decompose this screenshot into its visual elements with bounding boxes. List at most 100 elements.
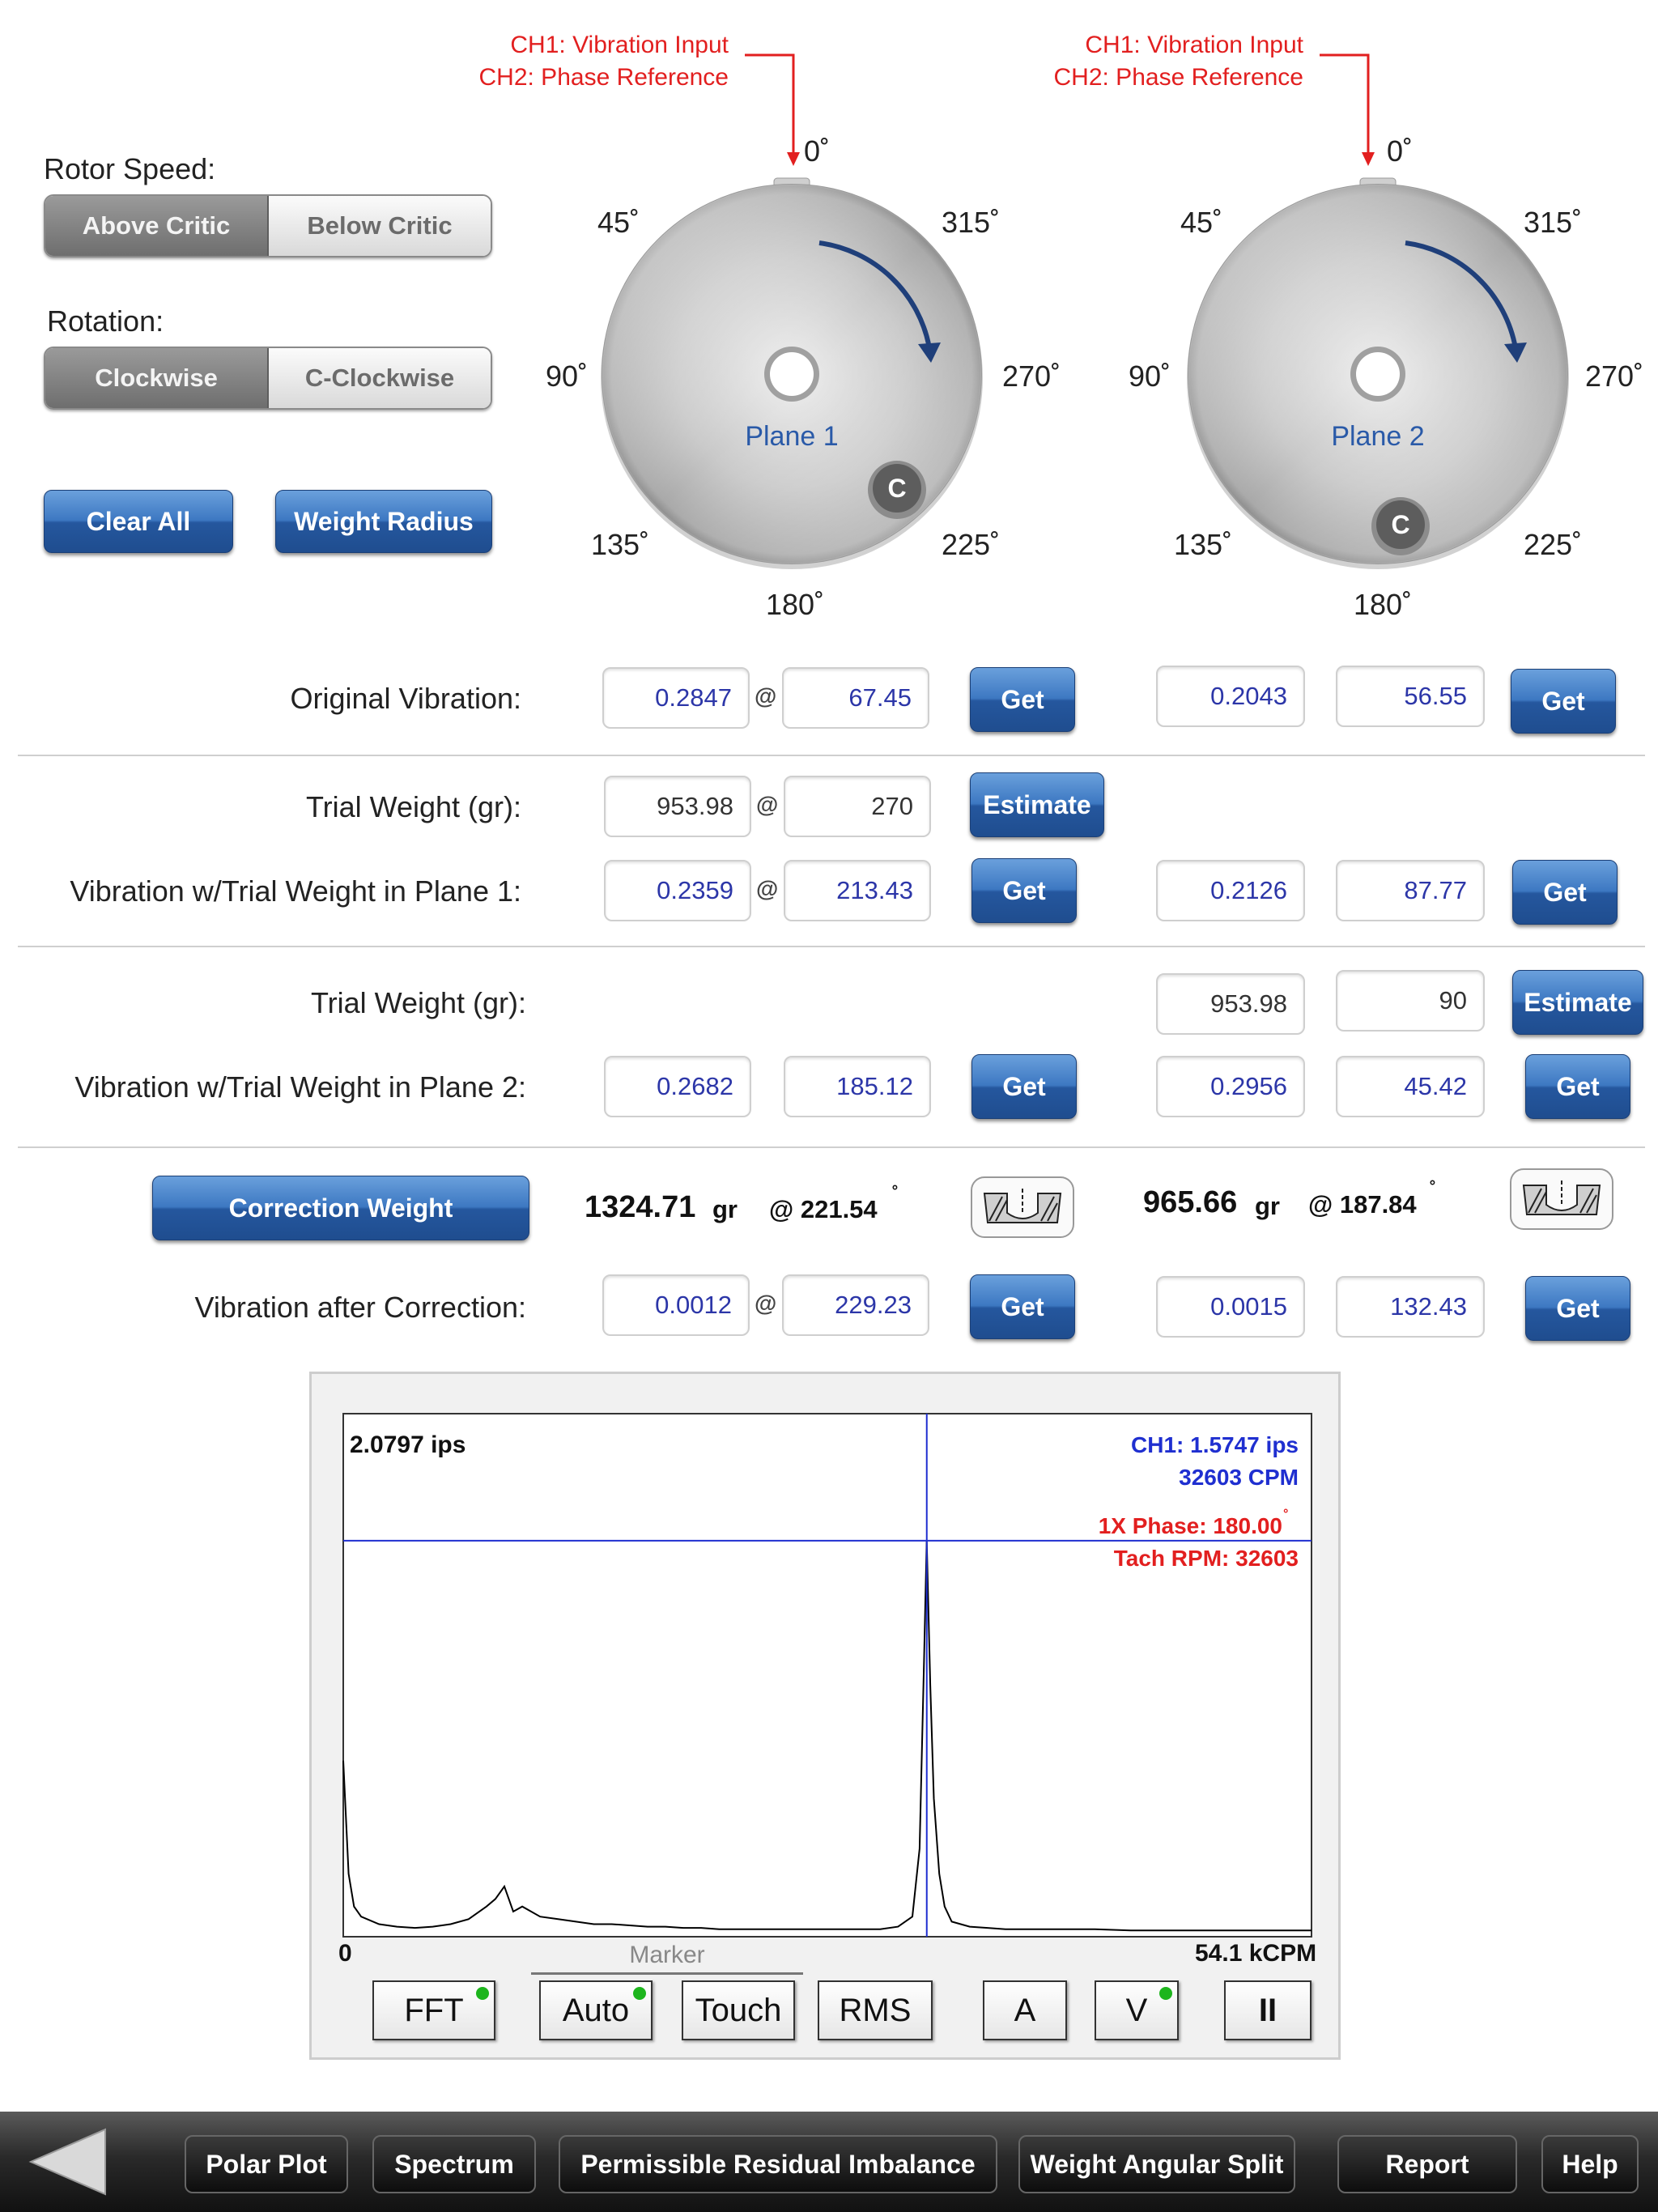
vib-trial-1-p1-amplitude-field[interactable]: 0.2359 — [604, 860, 751, 921]
nav-permissible-residual-imbalance[interactable]: Permissible Residual Imbalance — [559, 2135, 997, 2193]
original-p1-amplitude-field[interactable]: 0.2847 — [602, 667, 750, 729]
correction-p2-unit: gr — [1255, 1192, 1280, 1220]
velocity-button[interactable]: V — [1095, 1980, 1179, 2040]
phase-readout: 1X Phase: 180.00 — [1099, 1513, 1282, 1538]
disk1-angle-90: 90˚ — [546, 359, 589, 393]
vib-trial-1-p1-get-button[interactable]: Get — [971, 858, 1077, 923]
vib-trial-2-p1-phase-field[interactable]: 185.12 — [784, 1056, 931, 1117]
disk2-note-line2: CH2: Phase Reference — [1053, 64, 1304, 91]
trial-weight-1-label: Trial Weight (gr): — [305, 790, 521, 823]
x-min-label: 0 — [338, 1940, 352, 1967]
nav-help[interactable]: Help — [1541, 2135, 1639, 2193]
x-max-label: 54.1 kCPM — [1195, 1940, 1317, 1967]
nav-weight-angular-split[interactable]: Weight Angular Split — [1018, 2135, 1295, 2193]
above-critic-option[interactable]: Above Critic — [45, 196, 269, 256]
after-correction-p1-phase-field[interactable]: 229.23 — [782, 1274, 929, 1336]
tach-rpm-readout: Tach RPM: 32603 — [1114, 1546, 1299, 1571]
vib-trial-2-p2-get-button[interactable]: Get — [1525, 1054, 1630, 1119]
vib-trial-2-p1-amplitude-field[interactable]: 0.2682 — [604, 1056, 751, 1117]
rms-button[interactable]: RMS — [818, 1980, 933, 2040]
fft-active-indicator — [476, 1987, 489, 2000]
original-p2-phase-field[interactable]: 56.55 — [1336, 666, 1485, 727]
correction-p1-angle: @ 221.54 — [769, 1195, 878, 1223]
vib-trial-1-p2-phase-field[interactable]: 87.77 — [1336, 860, 1485, 921]
disk2-angle-90: 90˚ — [1129, 359, 1171, 393]
spectrum-plot[interactable]: 2.0797 ips CH1: 1.5747 ips 32603 CPM 1X … — [342, 1413, 1312, 1938]
trial-weight-1-angle-field[interactable]: 270 — [784, 776, 931, 837]
original-p1-get-button[interactable]: Get — [970, 667, 1075, 732]
after-correction-p2-get-button[interactable]: Get — [1525, 1276, 1630, 1341]
below-critic-option[interactable]: Below Critic — [269, 196, 491, 256]
ch1-amplitude-readout: CH1: 1.5747 ips — [1131, 1432, 1299, 1457]
disk2-plane-label: Plane 2 — [1331, 421, 1424, 452]
v-label: V — [1125, 1992, 1148, 2028]
original-p1-phase-field[interactable]: 67.45 — [782, 667, 929, 729]
touch-label: Touch — [695, 1992, 782, 2028]
weight-radius-button[interactable]: Weight Radius — [275, 490, 492, 553]
fft-toggle[interactable]: FFT — [372, 1980, 495, 2040]
original-vibration-label: Original Vibration: — [290, 682, 522, 715]
disk2-correction-marker[interactable]: C — [1371, 497, 1430, 555]
original-p2-amplitude-field[interactable]: 0.2043 — [1156, 666, 1305, 727]
correction-p2-degree: ˚ — [1430, 1179, 1436, 1201]
disk2-angle-0: 0˚ — [1387, 134, 1414, 168]
disk2-note-line1: CH1: Vibration Input — [1085, 32, 1303, 58]
y-max-label: 2.0797 ips — [350, 1431, 466, 1458]
rotor-speed-segmented: Above Critic Below Critic — [44, 194, 492, 257]
nav-polar-plot[interactable]: Polar Plot — [185, 2135, 348, 2193]
vib-trial-1-p1-phase-field[interactable]: 213.43 — [784, 860, 931, 921]
vib-trial-1-at-sign: @ — [756, 876, 779, 901]
disk1-plane-label: Plane 1 — [745, 421, 838, 452]
trial-weight-1-at-sign: @ — [756, 792, 779, 817]
pause-icon: II — [1258, 1992, 1278, 2028]
weight-placement-icon-p1[interactable] — [970, 1176, 1075, 1239]
nav-report[interactable]: Report — [1337, 2135, 1517, 2193]
trial-weight-2-angle-field[interactable]: 90 — [1336, 970, 1485, 1032]
counter-clockwise-option[interactable]: C-Clockwise — [269, 348, 491, 408]
marker-touch-button[interactable]: Touch — [682, 1980, 795, 2040]
marker-auto-button[interactable]: Auto — [539, 1980, 653, 2040]
disk1-note-line2: CH2: Phase Reference — [478, 64, 729, 91]
clockwise-option[interactable]: Clockwise — [45, 348, 269, 408]
correction-p2-weight: 965.66 — [1143, 1185, 1238, 1219]
nav-spectrum[interactable]: Spectrum — [372, 2135, 536, 2193]
disk1-correction-marker[interactable]: C — [868, 461, 926, 519]
trial-weight-2-label: Trial Weight (gr): — [310, 986, 526, 1019]
divider — [18, 755, 1645, 756]
disk1-note-line1: CH1: Vibration Input — [510, 32, 729, 58]
vib-trial-1-p2-amplitude-field[interactable]: 0.2126 — [1156, 860, 1305, 921]
trial-weight-2-estimate-button[interactable]: Estimate — [1512, 970, 1643, 1035]
correction-weight-button[interactable]: Correction Weight — [152, 1176, 529, 1240]
vib-trial-2-p1-get-button[interactable]: Get — [971, 1054, 1077, 1119]
vib-trial-2-p2-phase-field[interactable]: 45.42 — [1336, 1056, 1485, 1117]
disk1-marker-letter: C — [887, 474, 906, 503]
after-correction-p1-get-button[interactable]: Get — [970, 1274, 1075, 1339]
acceleration-button[interactable]: A — [983, 1980, 1067, 2040]
auto-active-indicator — [633, 1987, 646, 2000]
disk1-rotor-graphic[interactable]: Plane 1 C — [599, 170, 996, 575]
weight-placement-icon-p2[interactable] — [1509, 1168, 1614, 1231]
v-active-indicator — [1159, 1987, 1172, 2000]
disk1-angle-0: 0˚ — [804, 134, 831, 168]
vib-trial-1-p2-get-button[interactable]: Get — [1512, 860, 1618, 925]
pause-button[interactable]: II — [1224, 1980, 1312, 2040]
trial-weight-1-mass-field[interactable]: 953.98 — [604, 776, 751, 837]
after-correction-p2-amplitude-field[interactable]: 0.0015 — [1156, 1276, 1305, 1338]
after-correction-p2-phase-field[interactable]: 132.43 — [1336, 1276, 1485, 1338]
disk2-rotor-graphic[interactable]: Plane 2 C — [1185, 170, 1582, 575]
disk2-pointer-arrow — [1320, 53, 1375, 166]
trial-weight-2-mass-field[interactable]: 953.98 — [1156, 973, 1305, 1035]
correction-p1-degree: ˚ — [892, 1184, 899, 1206]
disk2-marker-letter: C — [1391, 510, 1409, 539]
rotation-segmented: Clockwise C-Clockwise — [44, 347, 492, 410]
vib-trial-2-p2-amplitude-field[interactable]: 0.2956 — [1156, 1056, 1305, 1117]
trial-weight-1-estimate-button[interactable]: Estimate — [970, 772, 1104, 837]
disk1-pointer-arrow — [745, 53, 800, 166]
after-correction-label: Vibration after Correction: — [194, 1291, 526, 1324]
clear-all-button[interactable]: Clear All — [44, 490, 233, 553]
divider — [18, 1146, 1645, 1148]
disk1-angle-270: 270˚ — [1002, 359, 1061, 393]
back-arrow-icon[interactable] — [24, 2126, 112, 2197]
after-correction-p1-amplitude-field[interactable]: 0.0012 — [602, 1274, 750, 1336]
original-p2-get-button[interactable]: Get — [1511, 669, 1616, 734]
